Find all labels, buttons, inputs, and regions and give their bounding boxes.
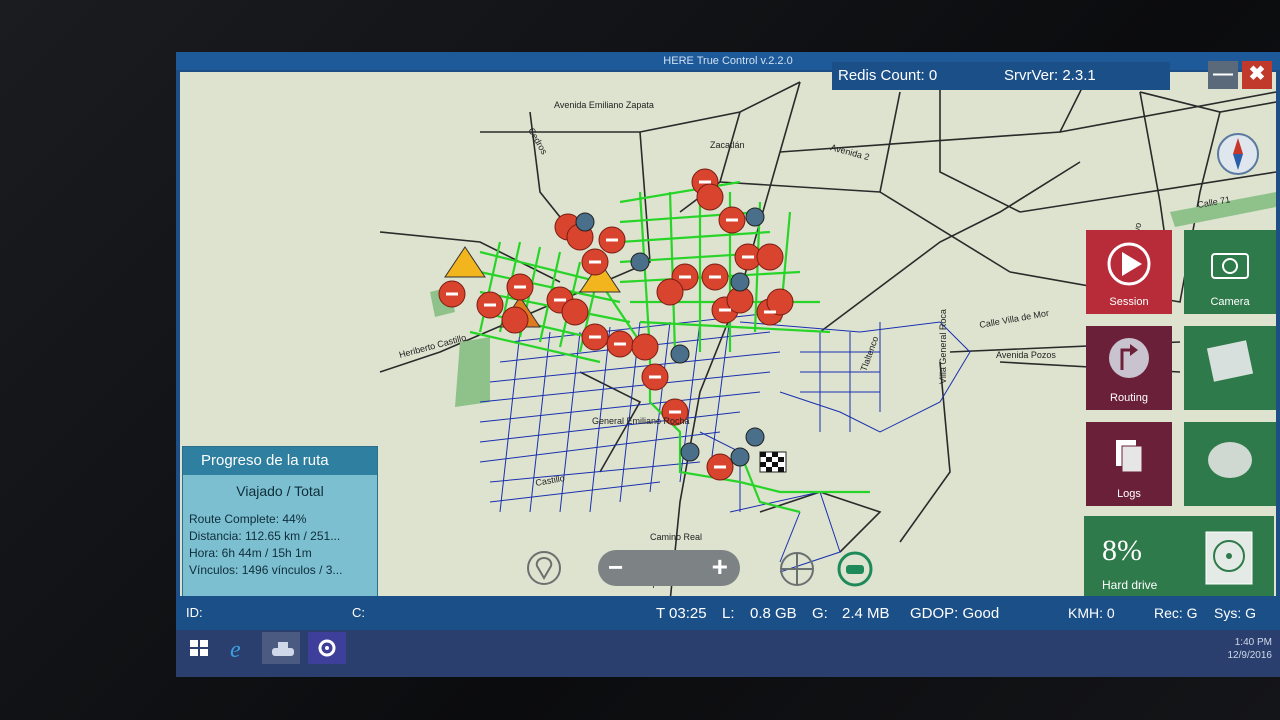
status-kmh: KMH: 0 (1068, 605, 1115, 621)
internet-explorer-icon[interactable]: e (220, 632, 258, 664)
play-icon (1107, 242, 1151, 286)
hard-drive-label: Hard drive (1102, 578, 1158, 592)
settings-tile[interactable] (1184, 422, 1276, 506)
route-complete: Route Complete: 44% (189, 512, 307, 526)
camera-tile[interactable]: Camera (1184, 230, 1276, 314)
taskbar: e 1:40 PM 12/9/2016 (176, 630, 1280, 677)
status-c: C: (352, 605, 365, 620)
status-l-value: 0.8 GB (750, 605, 797, 622)
tray-date: 12/9/2016 (1227, 650, 1273, 661)
app-window: HERE True Control v.2.2.0 Avenida Emilia… (176, 52, 1280, 677)
label-calle-villa-de-mor: Calle Villa de Mor (979, 308, 1050, 330)
links: Vínculos: 1496 vínculos / 3... (189, 563, 343, 577)
camera-icon (1211, 253, 1249, 279)
routing-tile[interactable]: Routing (1086, 326, 1172, 410)
label-avenida-pozos: Avenida Pozos (996, 350, 1056, 360)
status-sys: Sys: G (1214, 605, 1257, 621)
status-gdop: GDOP: Good (910, 605, 1000, 622)
label-cedros: Cedros (526, 126, 549, 157)
session-tile[interactable]: Session (1086, 230, 1172, 314)
hard-drive-tile[interactable]: 8% Hard drive (1084, 516, 1274, 600)
distance: Distancia: 112.65 km / 251... (189, 529, 341, 543)
label-tlaltenco: Tlaltenco (858, 335, 880, 373)
settings-gear-icon[interactable] (308, 632, 346, 664)
park-area (455, 337, 490, 407)
car-follow-icon[interactable] (836, 550, 874, 588)
zoom-control: − + (598, 550, 740, 586)
server-info-bar: Redis Count: 0 SrvrVer: 2.3.1 (832, 62, 1170, 90)
map-view[interactable]: Avenida Emiliano Zapata Cedros Zacatlán … (180, 72, 1276, 602)
label-villa-general-roca: Villa General Roca (938, 309, 948, 384)
compass-icon[interactable] (1217, 133, 1259, 175)
true-control-app-icon[interactable] (262, 632, 300, 664)
label-camino-real: Camino Real (650, 532, 702, 542)
tray-time: 1:40 PM (1234, 637, 1272, 648)
system-tray: 1:40 PM 12/9/2016 (1228, 636, 1273, 662)
disk-icon (1205, 531, 1253, 585)
routing-label: Routing (1110, 392, 1148, 404)
logs-tile[interactable]: Logs (1086, 422, 1172, 506)
redis-count: Redis Count: 0 (838, 67, 938, 84)
windows-start-icon[interactable] (180, 632, 218, 664)
logs-icon (1116, 440, 1143, 473)
server-version: SrvrVer: 2.3.1 (1004, 67, 1096, 84)
route-progress-panel: Progreso de la ruta Viajado / Total Rout… (182, 446, 378, 602)
time: Hora: 6h 44m / 15h 1m (189, 546, 312, 560)
label-castillo: Castillo (535, 473, 566, 488)
svg-text:e: e (230, 637, 241, 663)
finish-flag-icon (759, 451, 787, 473)
zoom-in-button[interactable]: + (712, 551, 728, 583)
no-entry-markers (438, 168, 794, 481)
label-general-emiliano: General Emiliano Rocha (592, 416, 690, 426)
map-icon (1206, 340, 1254, 382)
completed-route (469, 180, 870, 514)
map-tile[interactable] (1184, 326, 1276, 410)
status-rec: Rec: G (1154, 605, 1198, 621)
zoom-out-button[interactable]: − (608, 552, 623, 583)
progress-subtitle: Viajado / Total (236, 483, 324, 499)
status-l-label: L: (722, 605, 735, 622)
label-zacatlan: Zacatlán (710, 140, 745, 150)
label-avenida-emiliano-zapata: Avenida Emiliano Zapata (554, 100, 654, 110)
minimize-button[interactable]: — (1208, 61, 1238, 89)
routing-icon (1109, 338, 1149, 378)
crosshair-icon[interactable] (778, 550, 816, 588)
status-id: ID: (186, 605, 203, 620)
close-button[interactable]: ✖ (1242, 61, 1272, 89)
progress-header: Progreso de la ruta (183, 447, 377, 475)
fingerprint-icon (1208, 442, 1252, 478)
status-time: T 03:25 (656, 605, 707, 622)
label-heriberto-castillo: Heriberto Castillo (398, 332, 467, 360)
camera-label: Camera (1210, 296, 1250, 308)
hard-drive-value: 8% (1102, 534, 1142, 567)
status-bar: ID: C: T 03:25 L: 0.8 GB G: 2.4 MB GDOP:… (176, 596, 1280, 630)
status-g-value: 2.4 MB (842, 605, 890, 622)
status-g-label: G: (812, 605, 828, 622)
logs-label: Logs (1117, 488, 1141, 500)
location-pin-icon[interactable] (526, 550, 562, 590)
session-label: Session (1109, 296, 1149, 308)
